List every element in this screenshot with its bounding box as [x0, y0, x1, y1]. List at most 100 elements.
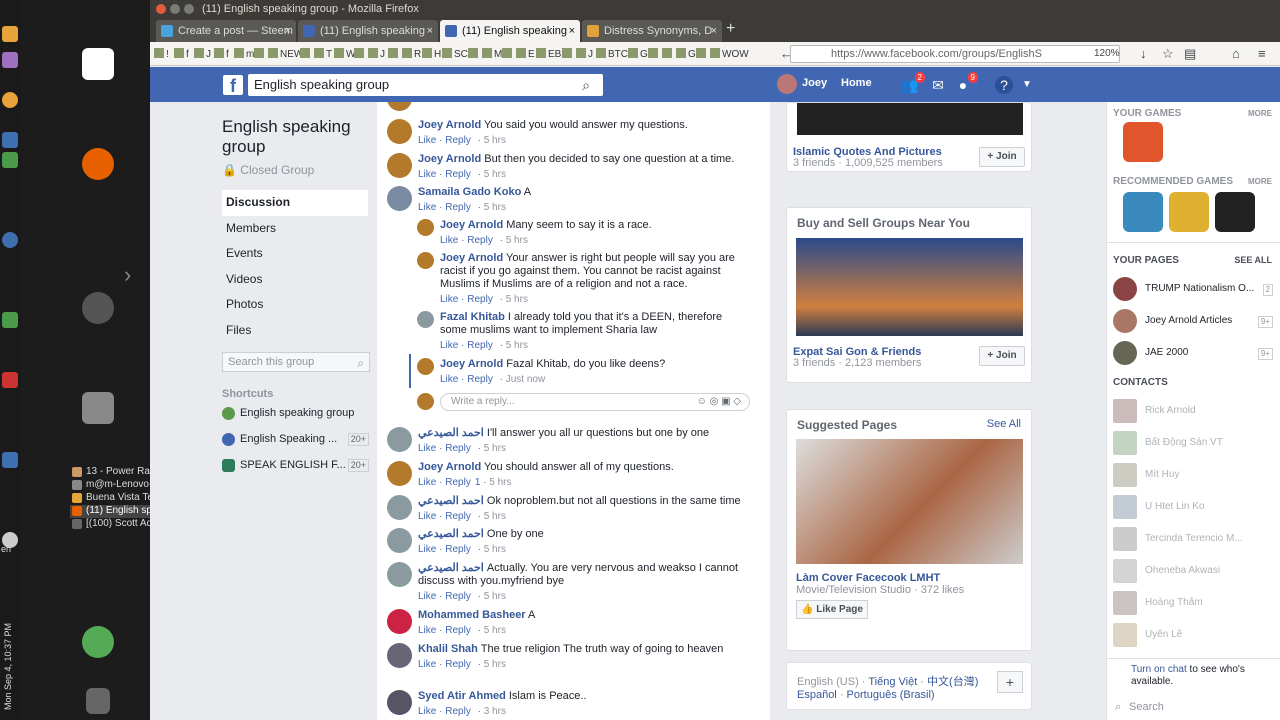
- like-link[interactable]: Like: [418, 511, 436, 522]
- bookmark-item[interactable]: J: [368, 48, 385, 60]
- like-link[interactable]: Like: [418, 544, 436, 555]
- timestamp[interactable]: 5 hrs: [489, 477, 511, 488]
- reply-link[interactable]: Reply: [467, 294, 493, 305]
- reply-link[interactable]: Reply: [445, 477, 471, 488]
- friend-requests-icon[interactable]: 👥 2: [901, 72, 925, 94]
- bookmark-item[interactable]: m: [234, 48, 254, 60]
- contact-item[interactable]: Bất Động Sản VT: [1113, 430, 1273, 456]
- author-link[interactable]: Joey Arnold: [440, 219, 503, 231]
- join-button[interactable]: + Join: [979, 147, 1025, 167]
- app-icon[interactable]: [2, 152, 18, 168]
- library-icon[interactable]: ▤: [1184, 46, 1196, 62]
- shortcut-item[interactable]: English speaking group: [222, 400, 372, 426]
- search-icon[interactable]: ⌕: [570, 74, 602, 96]
- contact-item[interactable]: Rick Arnold: [1113, 398, 1273, 424]
- join-button[interactable]: + Join: [979, 346, 1025, 366]
- bookmark-item[interactable]: [662, 48, 674, 60]
- timestamp[interactable]: 3 hrs: [484, 706, 506, 717]
- avatar[interactable]: [387, 102, 412, 111]
- author-link[interactable]: احمد الصيدعي: [418, 427, 484, 439]
- avatar[interactable]: [417, 252, 434, 269]
- timestamp[interactable]: 5 hrs: [484, 202, 506, 213]
- firefox-icon[interactable]: [82, 148, 114, 180]
- search-input[interactable]: English speaking group: [248, 74, 603, 96]
- reply-link[interactable]: Reply: [445, 202, 471, 213]
- tab-close-icon[interactable]: ×: [711, 20, 717, 42]
- bookmark-item[interactable]: !: [154, 48, 169, 60]
- shortcut-item[interactable]: English Speaking ... 20+: [222, 426, 372, 452]
- avatar[interactable]: [387, 461, 412, 486]
- see-all-link[interactable]: See All: [987, 418, 1021, 430]
- bookmark-item[interactable]: T: [314, 48, 332, 60]
- tab[interactable]: Create a post — Steem ×: [156, 20, 296, 42]
- timestamp[interactable]: 5 hrs: [484, 625, 506, 636]
- timestamp[interactable]: 5 hrs: [506, 340, 528, 351]
- home-link[interactable]: Home: [841, 77, 872, 89]
- bookmark-item[interactable]: G: [676, 48, 696, 60]
- trash-icon[interactable]: [86, 688, 110, 714]
- author-link[interactable]: Samaila Gado Koko: [418, 186, 521, 198]
- more-link[interactable]: MORE: [1248, 109, 1272, 118]
- author-link[interactable]: احمد الصيدعي: [418, 495, 484, 507]
- lang-link[interactable]: 中文(台灣): [927, 676, 978, 688]
- messenger-icon[interactable]: ✉: [929, 76, 947, 94]
- timestamp[interactable]: 5 hrs: [484, 591, 506, 602]
- timestamp[interactable]: 5 hrs: [484, 511, 506, 522]
- download-icon[interactable]: ↓: [1140, 46, 1147, 61]
- bookmark-item[interactable]: [300, 48, 312, 60]
- lang-link[interactable]: Tiếng Việt: [868, 676, 917, 688]
- like-link[interactable]: Like: [418, 706, 436, 717]
- reaction-count[interactable]: 1: [475, 477, 481, 488]
- lang-link[interactable]: Español: [797, 689, 837, 701]
- nav-photos[interactable]: Photos: [222, 292, 372, 318]
- zoom-level[interactable]: 120%: [1094, 48, 1120, 59]
- like-link[interactable]: Like: [418, 625, 436, 636]
- contact-item[interactable]: Oheneba Akwasi: [1113, 558, 1273, 584]
- chevron-down-icon[interactable]: ▼: [1018, 76, 1036, 94]
- timestamp[interactable]: 5 hrs: [484, 659, 506, 670]
- maximize-icon[interactable]: [184, 4, 194, 14]
- group-search-input[interactable]: Search this group ⌕: [222, 352, 370, 372]
- bookmark-item[interactable]: J: [576, 48, 593, 60]
- add-language-button[interactable]: +: [997, 671, 1023, 693]
- app-icon[interactable]: [2, 452, 18, 468]
- bookmark-item[interactable]: NEW: [268, 48, 303, 60]
- tab-close-icon[interactable]: ×: [569, 20, 575, 42]
- game-icon[interactable]: [1169, 192, 1209, 232]
- author-link[interactable]: احمد الصيدعي: [418, 528, 484, 540]
- avatar[interactable]: [777, 74, 797, 94]
- tab-close-icon[interactable]: ×: [427, 20, 433, 42]
- author-link[interactable]: Joey Arnold: [440, 252, 503, 264]
- avatar[interactable]: [387, 153, 412, 178]
- clock[interactable]: Mon Sep 4, 10:37 PM: [3, 610, 17, 710]
- like-link[interactable]: Like: [440, 340, 458, 351]
- reply-link[interactable]: Reply: [445, 443, 471, 454]
- nav-events[interactable]: Events: [222, 241, 372, 267]
- archive-icon[interactable]: [82, 392, 114, 424]
- turn-on-chat-link[interactable]: Turn on chat: [1131, 664, 1187, 675]
- app-icon[interactable]: [2, 312, 18, 328]
- author-link[interactable]: Mohammed Basheer: [418, 609, 526, 621]
- reply-link[interactable]: Reply: [445, 706, 471, 717]
- bookmark-item[interactable]: R: [402, 48, 421, 60]
- bookmark-item[interactable]: [354, 48, 366, 60]
- tab-close-icon[interactable]: ×: [285, 20, 291, 42]
- reply-link[interactable]: Reply: [467, 235, 493, 246]
- ubuntu-icon[interactable]: [82, 292, 114, 324]
- page-item[interactable]: TRUMP Nationalism O... 2: [1113, 276, 1273, 302]
- chevron-right-icon[interactable]: ›: [124, 262, 131, 288]
- like-page-button[interactable]: 👍 Like Page: [796, 600, 868, 619]
- reply-link[interactable]: Reply: [445, 659, 471, 670]
- avatar[interactable]: [387, 609, 412, 634]
- reply-link[interactable]: Reply: [467, 374, 493, 385]
- search-icon[interactable]: ⌕: [357, 354, 364, 372]
- page-item[interactable]: Joey Arnold Articles 9+: [1113, 308, 1273, 334]
- nav-videos[interactable]: Videos: [222, 267, 372, 293]
- tab[interactable]: Distress Synonyms, D ×: [582, 20, 722, 42]
- page-cover-image[interactable]: [796, 439, 1023, 564]
- user-icon[interactable]: [82, 626, 114, 658]
- bookmark-item[interactable]: EB: [536, 48, 561, 60]
- more-link[interactable]: MORE: [1248, 177, 1272, 186]
- bookmark-item[interactable]: J: [194, 48, 211, 60]
- like-link[interactable]: Like: [440, 235, 458, 246]
